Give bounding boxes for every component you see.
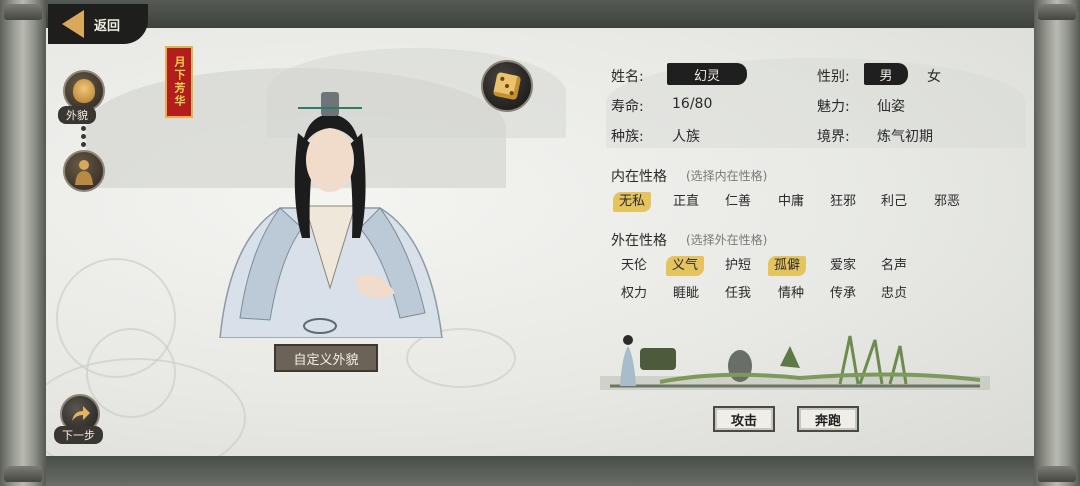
outer-trait-r2-5[interactable]: 忠贞 (875, 284, 913, 304)
name-label: 姓名: (611, 69, 644, 85)
inner-personality-title: 内在性格 (611, 169, 667, 185)
inner-trait-5[interactable]: 利己 (875, 192, 913, 212)
more-dots (81, 126, 87, 150)
race-label: 种族: (611, 129, 644, 145)
back-arrow-icon (62, 10, 84, 38)
inner-trait-1[interactable]: 正直 (667, 192, 705, 212)
lifespan-value: 16/80 (672, 96, 713, 112)
outer-trait-r2-3[interactable]: 情种 (772, 284, 810, 304)
outer-trait-r2-1[interactable]: 睚眦 (667, 284, 705, 304)
custom-appearance-button[interactable]: 自定义外貌 (274, 344, 378, 372)
right-scroll-rod (1034, 0, 1080, 486)
flee-button[interactable]: 奔跑 (797, 406, 859, 432)
character-portrait (219, 92, 443, 338)
left-scroll-rod (0, 0, 46, 486)
back-button[interactable]: 返回 (48, 4, 148, 44)
gender-label: 性别: (817, 69, 850, 85)
title-seal: 月下芳华 (165, 46, 193, 118)
next-step-label: 下一步 (54, 426, 103, 444)
outer-personality-title: 外在性格 (611, 233, 667, 249)
lifespan-label: 寿命: (611, 99, 644, 115)
appearance-figure-button[interactable] (63, 150, 105, 192)
inner-trait-3[interactable]: 中庸 (772, 192, 810, 212)
back-label: 返回 (94, 18, 121, 34)
inner-trait-6[interactable]: 邪恶 (928, 192, 966, 212)
outer-trait-r1-4[interactable]: 爱家 (824, 256, 862, 276)
outer-trait-r1-3[interactable]: 孤僻 (768, 256, 807, 276)
outer-personality-hint: (选择外在性格) (686, 233, 768, 247)
inner-trait-2[interactable]: 仁善 (719, 192, 757, 212)
outer-trait-r2-2[interactable]: 任我 (719, 284, 757, 304)
realm-value: 炼气初期 (877, 129, 933, 145)
dice-icon (492, 71, 522, 101)
charm-value: 仙姿 (877, 99, 905, 115)
face-portrait-icon (73, 79, 95, 103)
next-arrow-icon (72, 406, 90, 421)
outer-trait-r1-1[interactable]: 义气 (666, 256, 705, 276)
charm-label: 魅力: (817, 99, 850, 115)
appearance-label: 外貌 (58, 106, 96, 124)
inner-personality-hint: (选择内在性格) (686, 169, 768, 183)
gender-option-female[interactable]: 女 (927, 66, 941, 86)
race-value: 人族 (672, 129, 700, 145)
attack-button[interactable]: 攻击 (713, 406, 775, 432)
bottom-frame (0, 456, 1080, 486)
top-frame (0, 0, 1080, 28)
seal-text: 月下芳华 (173, 56, 186, 108)
battle-preview-scene (600, 335, 990, 390)
figure-portrait-icon (75, 160, 93, 185)
randomize-button[interactable] (481, 60, 533, 112)
inner-trait-4[interactable]: 狂邪 (824, 192, 862, 212)
name-field[interactable]: 幻灵 (667, 63, 747, 85)
outer-trait-r1-0[interactable]: 天伦 (615, 256, 653, 276)
gender-option-male[interactable]: 男 (864, 63, 908, 85)
outer-trait-r2-0[interactable]: 权力 (615, 284, 653, 304)
outer-trait-r1-2[interactable]: 护短 (719, 256, 757, 276)
outer-trait-r2-4[interactable]: 传承 (824, 284, 862, 304)
inner-trait-0[interactable]: 无私 (613, 192, 652, 212)
realm-label: 境界: (817, 129, 850, 145)
outer-trait-r1-5[interactable]: 名声 (875, 256, 913, 276)
